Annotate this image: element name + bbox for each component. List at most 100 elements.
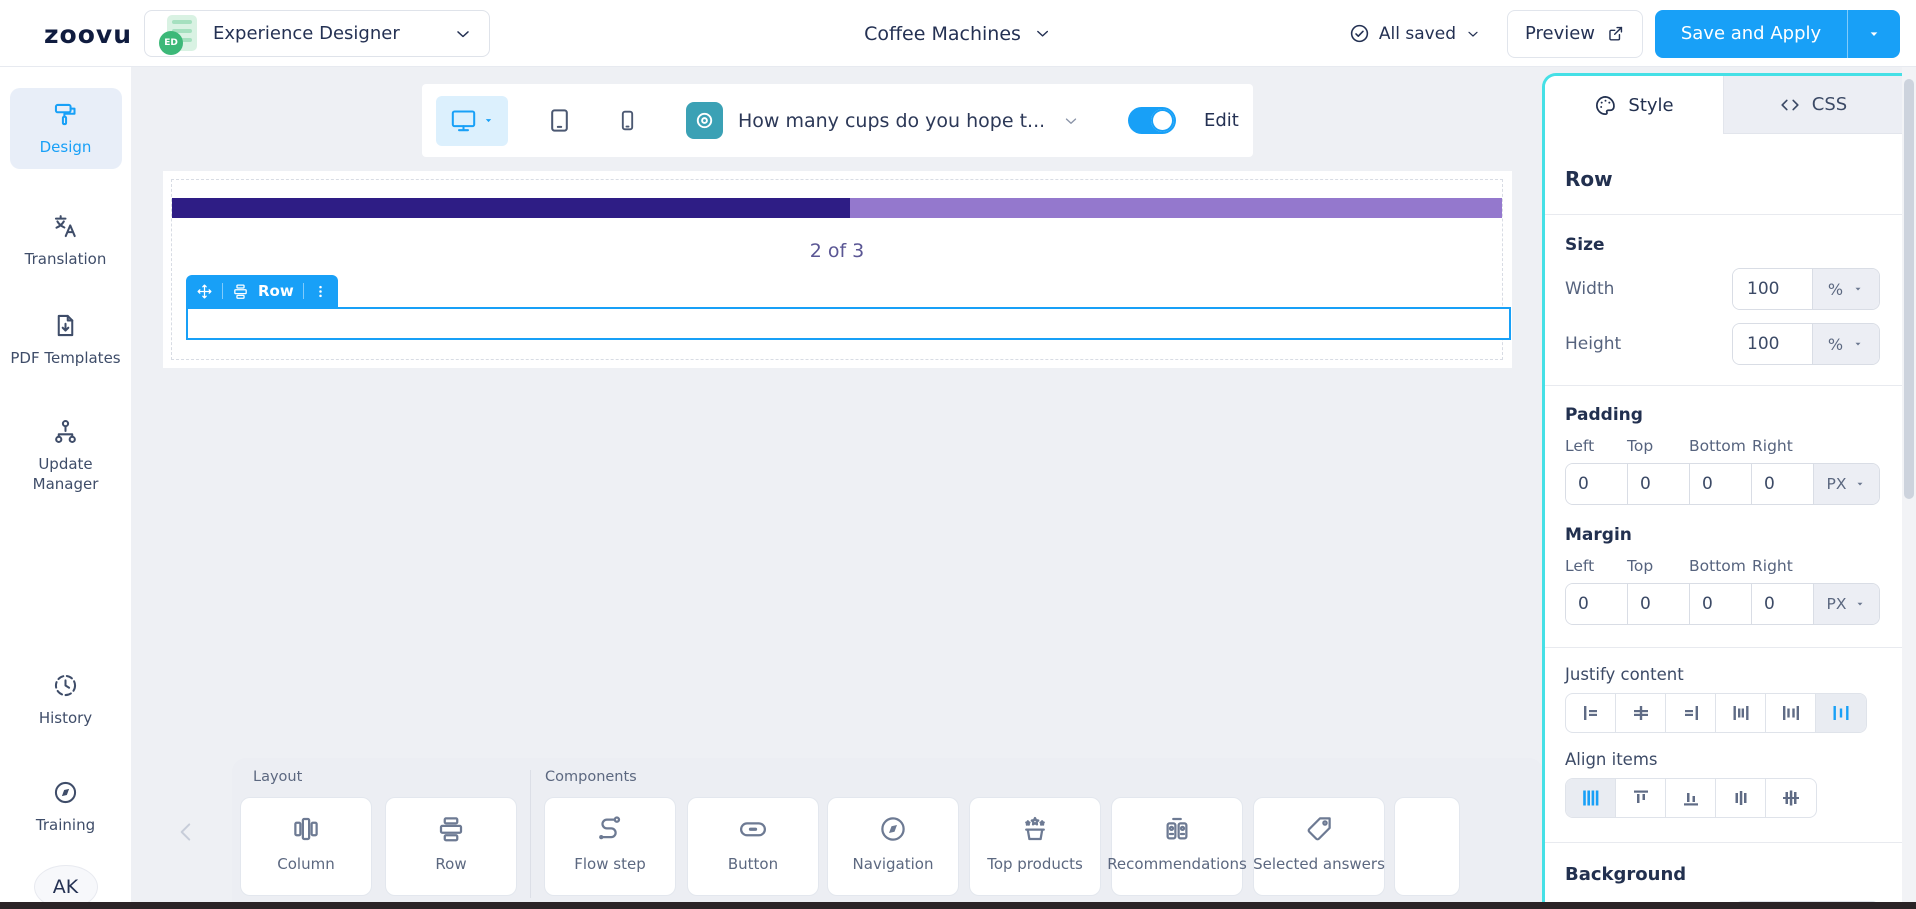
step-counter: 2 of 3 bbox=[809, 240, 865, 262]
sidebar-item-translation[interactable]: Translation bbox=[10, 213, 122, 269]
margin-labels: Left Top Bottom Right bbox=[1565, 557, 1793, 575]
chevron-down-icon bbox=[1036, 30, 1048, 37]
move-handle-icon[interactable] bbox=[196, 283, 213, 300]
component-card-top-products[interactable]: Top products bbox=[969, 797, 1101, 896]
align-center-button[interactable] bbox=[1716, 779, 1766, 817]
margin-bottom-input[interactable]: 0 bbox=[1690, 584, 1752, 624]
margin-unit-dropdown[interactable]: PX bbox=[1814, 584, 1879, 624]
padding-left-input[interactable]: 0 bbox=[1566, 464, 1628, 504]
component-card-column[interactable]: Column bbox=[240, 797, 372, 896]
check-circle-icon bbox=[1350, 24, 1369, 43]
experience-preview-card: 2 of 3 Row bbox=[163, 171, 1512, 368]
component-card-button[interactable]: Button bbox=[687, 797, 819, 896]
padding-right-input[interactable]: 0 bbox=[1752, 464, 1814, 504]
save-options-caret[interactable] bbox=[1848, 10, 1900, 58]
height-unit-dropdown[interactable]: % bbox=[1813, 324, 1879, 364]
justify-start-button[interactable] bbox=[1566, 694, 1616, 732]
sidebar-item-training[interactable]: Training bbox=[10, 779, 122, 835]
selected-element-title: Row bbox=[1565, 167, 1613, 191]
preview-button[interactable]: Preview bbox=[1507, 9, 1643, 58]
caret-down-icon bbox=[1855, 342, 1861, 346]
selected-answers-tag-icon bbox=[1307, 817, 1331, 841]
edit-toggle[interactable] bbox=[1128, 107, 1176, 134]
width-input[interactable]: 100 bbox=[1733, 269, 1813, 309]
width-unit-dropdown[interactable]: % bbox=[1813, 269, 1879, 309]
justify-space-around-button[interactable] bbox=[1766, 694, 1816, 732]
component-card-row[interactable]: Row bbox=[385, 797, 517, 896]
app-selector-dropdown[interactable]: ED Experience Designer bbox=[144, 10, 490, 57]
row-glyph-icon bbox=[234, 283, 247, 299]
zoovu-logo: zoovu bbox=[44, 20, 132, 49]
desktop-icon bbox=[451, 110, 475, 132]
progress-fill bbox=[172, 198, 851, 218]
question-selector-label: How many cups do you hope t... bbox=[738, 109, 1043, 132]
project-title: Coffee Machines bbox=[864, 22, 1021, 45]
sidebar-item-history[interactable]: History bbox=[10, 672, 122, 728]
panel-scrollbar[interactable] bbox=[1902, 67, 1916, 909]
chevron-down-icon bbox=[457, 30, 469, 37]
tab-css[interactable]: CSS bbox=[1723, 76, 1902, 134]
sidebar-item-update-manager[interactable]: Update Manager bbox=[10, 418, 122, 495]
align-stretch-button[interactable] bbox=[1566, 779, 1616, 817]
padding-bottom-input[interactable]: 0 bbox=[1690, 464, 1752, 504]
question-target-icon bbox=[686, 102, 723, 139]
device-desktop-button[interactable] bbox=[436, 95, 508, 146]
saved-status-dropdown[interactable]: All saved bbox=[1349, 23, 1481, 44]
column-icon bbox=[294, 817, 318, 841]
component-card-selected-answers[interactable]: Selected answers bbox=[1253, 797, 1385, 896]
components-scroll-left-button[interactable] bbox=[173, 817, 199, 847]
question-selector-dropdown[interactable]: How many cups do you hope t... bbox=[686, 102, 1080, 139]
canvas-toolbar: How many cups do you hope t... Edit bbox=[422, 84, 1253, 157]
padding-section-title: Padding bbox=[1565, 405, 1643, 425]
chevron-down-icon bbox=[1468, 31, 1478, 37]
padding-labels: Left Top Bottom Right bbox=[1565, 437, 1793, 455]
sidebar-item-label: Training bbox=[35, 815, 96, 834]
justify-center-button[interactable] bbox=[1616, 694, 1666, 732]
height-label: Height bbox=[1565, 334, 1622, 354]
project-selector[interactable]: Coffee Machines bbox=[864, 0, 1052, 67]
component-card-flow-step[interactable]: Flow step bbox=[544, 797, 676, 896]
navigation-compass-icon bbox=[881, 817, 905, 841]
pdf-file-icon bbox=[57, 314, 74, 336]
sidebar-item-pdf-templates[interactable]: PDF Templates bbox=[10, 312, 122, 368]
justify-space-between-button[interactable] bbox=[1716, 694, 1766, 732]
device-tablet-button[interactable] bbox=[546, 107, 573, 134]
edit-toggle-label: Edit bbox=[1204, 110, 1239, 131]
compass-icon bbox=[54, 781, 77, 803]
scrollbar-thumb[interactable] bbox=[1904, 79, 1914, 499]
margin-right-input[interactable]: 0 bbox=[1752, 584, 1814, 624]
justify-end-button[interactable] bbox=[1666, 694, 1716, 732]
flow-step-icon bbox=[599, 816, 621, 840]
width-label: Width bbox=[1565, 279, 1615, 299]
component-card-recommendations[interactable]: Recommendations bbox=[1107, 797, 1247, 896]
save-and-apply-button[interactable]: Save and Apply bbox=[1655, 10, 1847, 58]
caret-down-icon bbox=[1857, 602, 1863, 606]
translate-icon bbox=[54, 215, 76, 238]
selected-row-element[interactable] bbox=[186, 307, 1511, 340]
device-mobile-button[interactable] bbox=[615, 108, 640, 133]
padding-top-input[interactable]: 0 bbox=[1628, 464, 1690, 504]
sidebar-item-design[interactable]: Design bbox=[9, 88, 122, 170]
sidebar-item-label: PDF Templates bbox=[10, 348, 121, 367]
caret-down-icon bbox=[1855, 287, 1861, 291]
sidebar-item-label: Update Manager bbox=[32, 454, 99, 493]
justify-content-buttons bbox=[1565, 693, 1867, 733]
app-selector-label: Experience Designer bbox=[213, 23, 400, 44]
align-baseline-button[interactable] bbox=[1766, 779, 1816, 817]
justify-space-evenly-button[interactable] bbox=[1816, 694, 1866, 732]
more-options-icon[interactable] bbox=[313, 284, 328, 299]
height-input[interactable]: 100 bbox=[1733, 324, 1813, 364]
align-start-button[interactable] bbox=[1616, 779, 1666, 817]
component-card-navigation[interactable]: Navigation bbox=[827, 797, 959, 896]
row-badge-label: Row bbox=[258, 282, 294, 300]
layout-group-label: Layout bbox=[253, 769, 303, 785]
padding-unit-dropdown[interactable]: PX bbox=[1814, 464, 1879, 504]
component-card-partial[interactable] bbox=[1394, 797, 1460, 896]
tab-style[interactable]: Style bbox=[1545, 76, 1723, 134]
history-clock-icon bbox=[54, 675, 77, 697]
margin-left-input[interactable]: 0 bbox=[1566, 584, 1628, 624]
align-end-button[interactable] bbox=[1666, 779, 1716, 817]
caret-down-icon bbox=[1857, 482, 1863, 486]
org-chart-icon bbox=[55, 419, 76, 443]
margin-top-input[interactable]: 0 bbox=[1628, 584, 1690, 624]
